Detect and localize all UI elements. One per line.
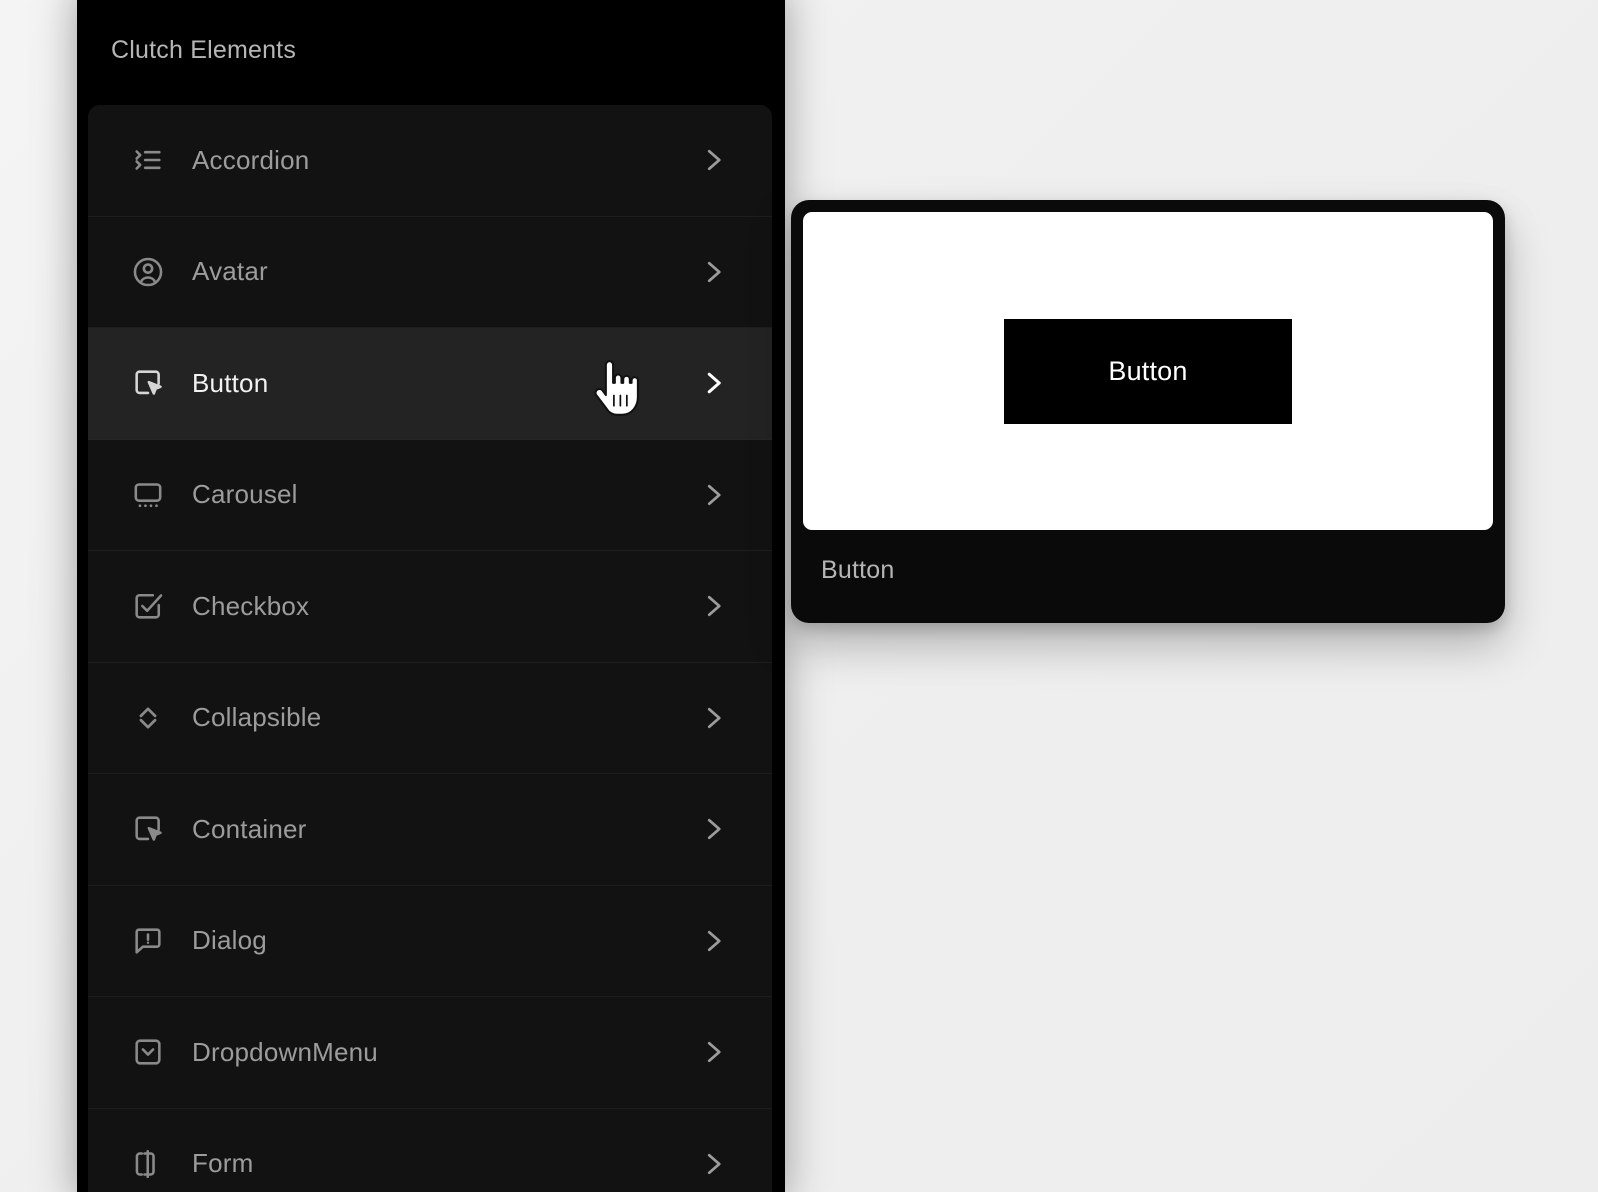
chevron-right-icon[interactable]	[698, 703, 728, 733]
chevron-right-icon[interactable]	[698, 814, 728, 844]
preview-canvas: Button	[803, 212, 1493, 530]
list-item-container[interactable]: Container	[88, 774, 772, 886]
list-item-label: Button	[192, 367, 269, 398]
list-item-button[interactable]: Button	[88, 328, 772, 440]
accordion-icon	[127, 139, 169, 181]
list-item-accordion[interactable]: Accordion	[88, 105, 772, 217]
list-item-dialog[interactable]: Dialog	[88, 885, 772, 997]
list-item-label: Carousel	[192, 479, 298, 510]
chevron-right-icon[interactable]	[698, 145, 728, 175]
panel-title: Clutch Elements	[111, 36, 297, 64]
app-root: Clutch Elements Accordion Avatar Button …	[0, 0, 1598, 1192]
chevron-right-icon[interactable]	[698, 1037, 728, 1067]
list-item-label: Form	[192, 1148, 254, 1179]
form-icon	[127, 1143, 169, 1185]
preview-card-footer: Button	[803, 530, 1493, 610]
list-item-collapsible[interactable]: Collapsible	[88, 662, 772, 774]
list-item-carousel[interactable]: Carousel	[88, 439, 772, 551]
list-item-label: Dialog	[192, 925, 267, 956]
chevron-right-icon[interactable]	[698, 257, 728, 287]
list-item-dropdownmenu[interactable]: DropdownMenu	[88, 997, 772, 1109]
carousel-icon	[127, 474, 169, 516]
preview-button[interactable]: Button	[1004, 318, 1292, 424]
list-item-label: Checkbox	[192, 590, 310, 621]
list-item-label: DropdownMenu	[192, 1036, 378, 1067]
collapsible-icon	[127, 697, 169, 739]
chevron-right-icon[interactable]	[698, 480, 728, 510]
chevron-right-icon[interactable]	[698, 368, 728, 398]
preview-card-title: Button	[821, 555, 895, 584]
component-preview-card: Button Button	[791, 200, 1505, 623]
list-item-label: Collapsible	[192, 702, 322, 733]
list-item-label: Accordion	[192, 144, 310, 175]
button-icon	[127, 362, 169, 404]
chevron-right-icon[interactable]	[698, 591, 728, 621]
checkbox-icon	[127, 585, 169, 627]
list-item-checkbox[interactable]: Checkbox	[88, 551, 772, 663]
dialog-icon	[127, 920, 169, 962]
container-icon	[127, 808, 169, 850]
list-item-avatar[interactable]: Avatar	[88, 216, 772, 328]
list-item-form[interactable]: Form	[88, 1108, 772, 1192]
avatar-icon	[127, 251, 169, 293]
dropdown-menu-icon	[127, 1031, 169, 1073]
elements-panel: Clutch Elements Accordion Avatar Button …	[77, 0, 785, 1192]
list-item-label: Container	[192, 813, 307, 844]
chevron-right-icon[interactable]	[698, 926, 728, 956]
list-item-label: Avatar	[192, 256, 268, 287]
elements-list: Accordion Avatar Button Carousel Checkbo…	[88, 105, 772, 1192]
chevron-right-icon[interactable]	[698, 1149, 728, 1179]
